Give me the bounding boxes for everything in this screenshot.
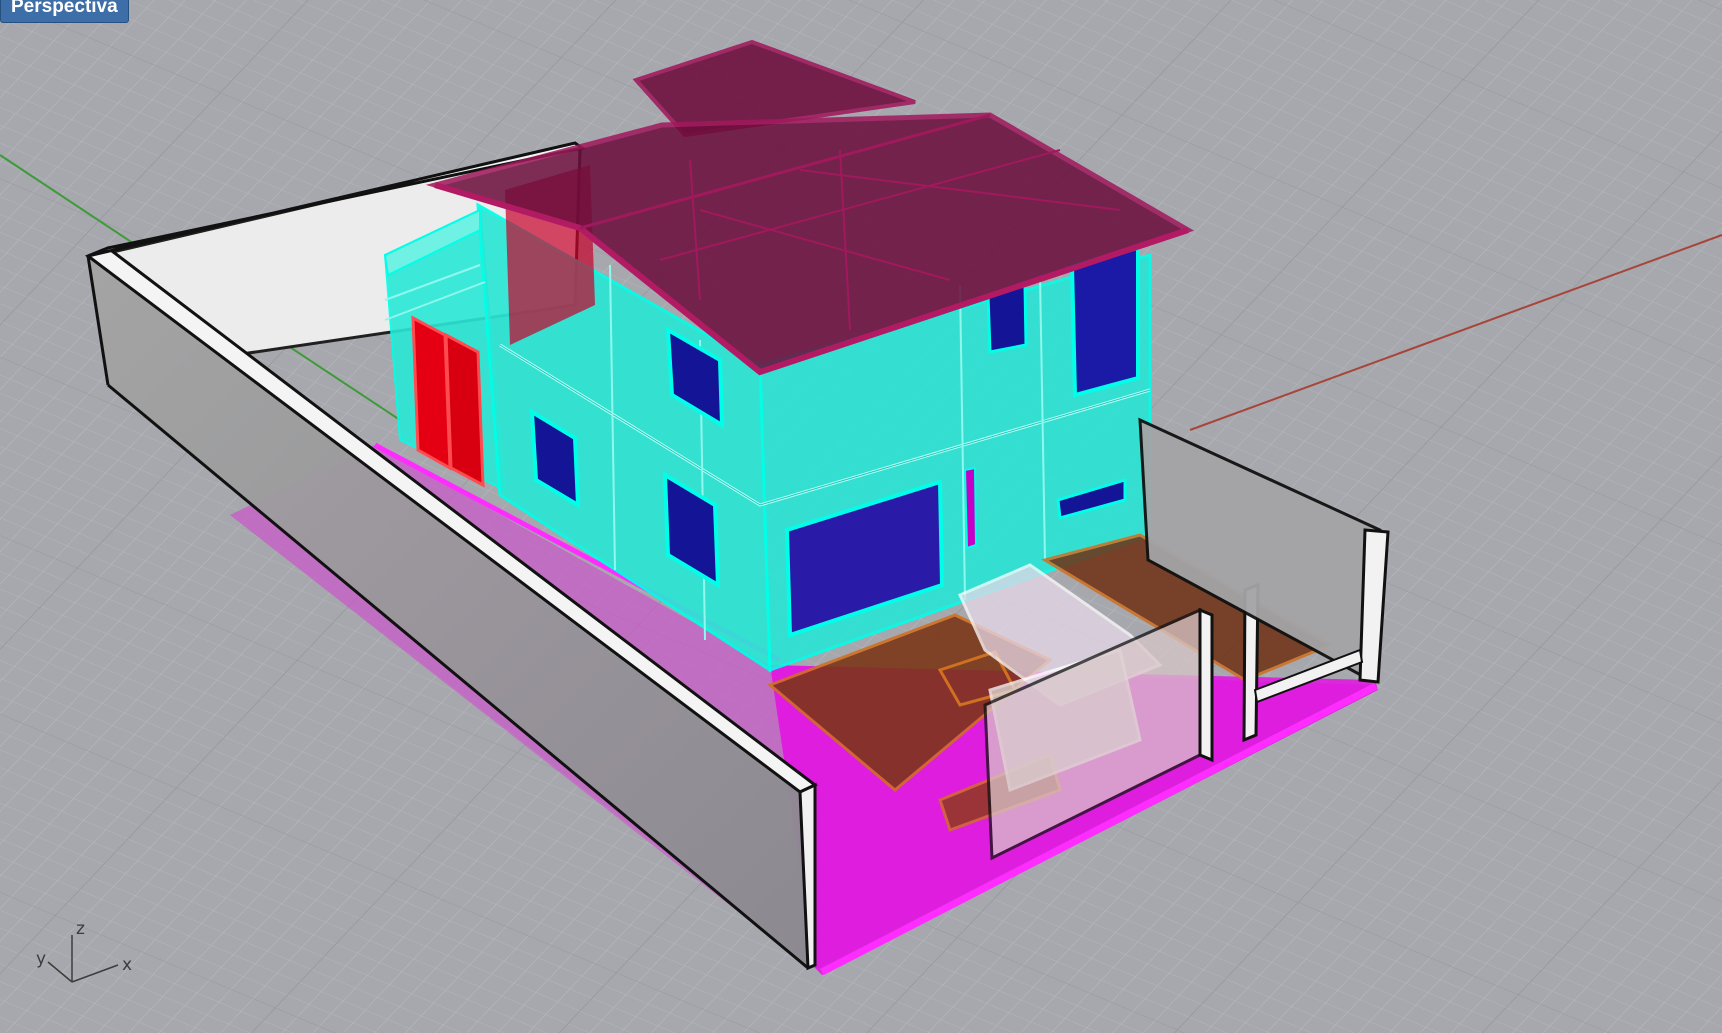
viewport-title[interactable]: Perspectiva <box>0 0 129 23</box>
axis-x-label: x <box>122 955 132 975</box>
scene-canvas[interactable]: z x y <box>0 0 1722 1033</box>
axis-z-label: z <box>76 919 85 939</box>
axis-y-label: y <box>36 949 46 969</box>
perspective-viewport[interactable]: z x y Perspectiva <box>0 0 1722 1033</box>
window-upper-right-2 <box>1069 245 1140 398</box>
front-door <box>963 466 978 550</box>
